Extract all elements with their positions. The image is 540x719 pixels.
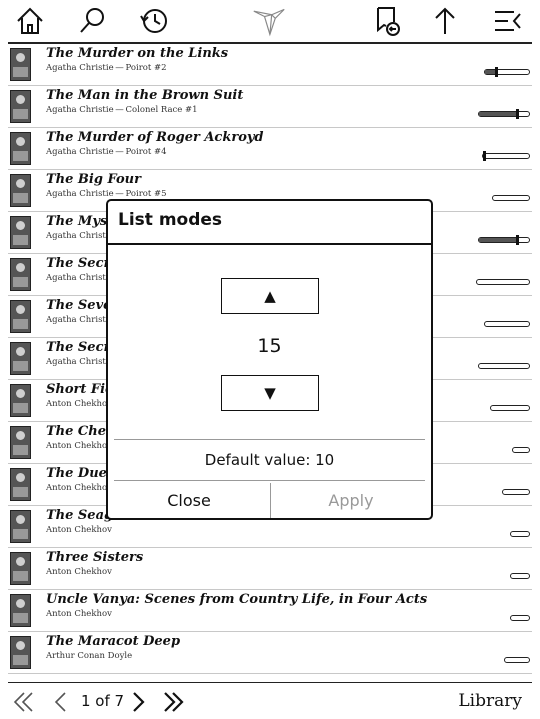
reading-progress-bar: [510, 531, 530, 537]
down-arrow-icon: ▼: [264, 384, 276, 402]
book-cover-thumbnail: [10, 300, 31, 333]
divider: [114, 480, 425, 481]
decrease-button[interactable]: ▼: [221, 375, 319, 411]
history-icon[interactable]: [137, 4, 171, 38]
reading-progress-bar: [512, 447, 530, 453]
menu-icon[interactable]: [490, 4, 524, 38]
book-cover-thumbnail: [10, 468, 31, 501]
book-cover-thumbnail: [10, 132, 31, 165]
progress-fill: [479, 238, 517, 242]
book-title: Three Sisters: [46, 550, 144, 565]
book-cover-thumbnail: [10, 174, 31, 207]
reading-progress-bar: [492, 195, 530, 201]
reading-progress-bar: [478, 109, 530, 119]
home-icon[interactable]: [13, 4, 47, 38]
book-title: The Murder of Roger Ackroyd: [46, 130, 264, 145]
book-row[interactable]: The Murder on the Links Agatha Christie —…: [8, 44, 532, 86]
search-icon[interactable]: [76, 4, 110, 38]
first-page-icon[interactable]: [10, 689, 36, 715]
book-cover-thumbnail: [10, 342, 31, 375]
page-indicator: 1 of 7: [81, 692, 125, 710]
top-toolbar: [0, 0, 540, 42]
book-author: Arthur Conan Doyle: [46, 651, 133, 661]
dialog-title-divider: [108, 243, 431, 245]
reading-progress-bar: [502, 489, 530, 495]
book-cover-thumbnail: [10, 552, 31, 585]
divider: [114, 439, 425, 440]
reading-progress-bar: [484, 67, 530, 77]
reading-progress-bar: [484, 321, 530, 327]
book-title: The Murder on the Links: [46, 46, 229, 61]
reading-progress-bar: [504, 657, 530, 663]
book-author: Anton Chekhov: [46, 609, 112, 619]
book-cover-thumbnail: [10, 426, 31, 459]
progress-marker: [516, 235, 519, 245]
bookmark-back-icon[interactable]: [370, 4, 404, 38]
progress-marker: [495, 67, 498, 77]
book-cover-thumbnail: [10, 636, 31, 669]
reading-progress-bar: [510, 615, 530, 621]
apply-button[interactable]: Apply: [271, 483, 431, 517]
book-title: The Maracot Deep: [46, 634, 181, 649]
list-modes-dialog: List modes ▲ 15 ▼ Default value: 10 Clos…: [106, 199, 433, 520]
book-cover-thumbnail: [10, 258, 31, 291]
book-author: Anton Chekhov: [46, 483, 112, 493]
up-arrow-icon: ▲: [264, 287, 276, 305]
reading-progress-bar: [478, 363, 530, 369]
book-author: Anton Chekhov: [46, 525, 112, 535]
progress-marker: [516, 109, 519, 119]
book-row[interactable]: Three Sisters Anton Chekhov: [8, 548, 532, 590]
bottom-bar: 1 of 7 Library: [0, 682, 540, 719]
reading-progress-bar: [482, 151, 530, 161]
last-page-icon[interactable]: [161, 689, 187, 715]
book-row[interactable]: Uncle Vanya: Scenes from Country Life, i…: [8, 590, 532, 632]
book-row[interactable]: The Man in the Brown Suit Agatha Christie…: [8, 86, 532, 128]
close-button[interactable]: Close: [108, 483, 270, 517]
book-cover-thumbnail: [10, 384, 31, 417]
book-cover-thumbnail: [10, 594, 31, 627]
reading-progress-bar: [476, 279, 530, 285]
book-author: Anton Chekhov: [46, 441, 112, 451]
book-title: Uncle Vanya: Scenes from Country Life, i…: [46, 592, 428, 607]
book-row[interactable]: The Maracot Deep Arthur Conan Doyle: [8, 632, 532, 674]
book-cover-thumbnail: [10, 216, 31, 249]
previous-page-icon[interactable]: [48, 689, 74, 715]
book-title: The Big Four: [46, 172, 141, 187]
go-up-icon[interactable]: [428, 4, 462, 38]
dialog-title: List modes: [118, 210, 223, 230]
book-author: Anton Chekhov: [46, 567, 112, 577]
default-value-label: Default value: 10: [204, 451, 335, 469]
book-cover-thumbnail: [10, 510, 31, 543]
reading-progress-bar: [490, 405, 530, 411]
book-cover-thumbnail: [10, 48, 31, 81]
app-logo: [252, 4, 290, 38]
book-author: Agatha Christie — Colonel Race #1: [46, 105, 198, 115]
book-title: The Duel: [46, 466, 112, 481]
book-author: Agatha Christie — Poirot #2: [46, 63, 167, 73]
book-author: Anton Chekhov: [46, 399, 112, 409]
footer-divider: [8, 682, 532, 683]
book-row[interactable]: The Murder of Roger Ackroyd Agatha Christ…: [8, 128, 532, 170]
library-button[interactable]: Library: [458, 691, 522, 711]
book-author: Agatha Christie — Poirot #4: [46, 147, 167, 157]
book-title: The Man in the Brown Suit: [46, 88, 244, 103]
progress-fill: [479, 112, 517, 116]
reading-progress-bar: [478, 235, 530, 245]
reading-progress-bar: [510, 573, 530, 579]
value-display: 15: [257, 335, 282, 357]
book-cover-thumbnail: [10, 90, 31, 123]
increase-button[interactable]: ▲: [221, 278, 319, 314]
next-page-icon[interactable]: [125, 689, 151, 715]
progress-marker: [483, 151, 486, 161]
